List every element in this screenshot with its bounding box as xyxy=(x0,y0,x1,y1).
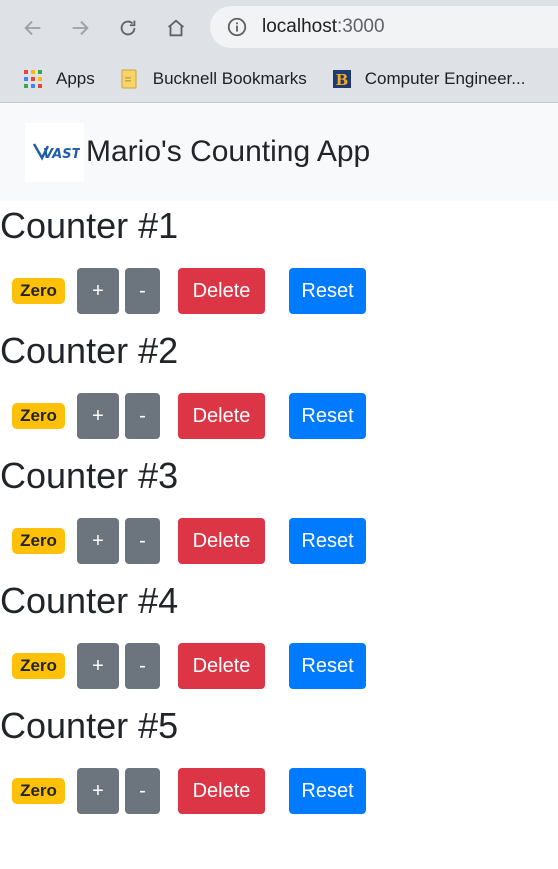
counter-title: Counter #1 xyxy=(0,205,179,246)
back-arrow-icon xyxy=(24,20,41,36)
counter-title: Counter #5 xyxy=(0,705,179,746)
vast-logo[interactable]: VAST xyxy=(25,122,84,182)
counter-item: Counter #4 Zero + - Delete Reset xyxy=(0,576,558,701)
logo-text: VAST xyxy=(43,147,80,162)
reset-button[interactable]: Reset xyxy=(289,518,366,564)
browser-toolbar: localhost:3000 xyxy=(0,0,558,56)
counter-controls: Zero + - Delete Reset xyxy=(0,518,558,564)
bookmark-label: Bucknell Bookmarks xyxy=(152,69,307,88)
bookmark-label: Computer Engineer... xyxy=(364,69,526,88)
url-host: localhost xyxy=(262,16,337,37)
decrement-button[interactable]: - xyxy=(125,393,160,439)
reset-button[interactable]: Reset xyxy=(289,268,366,314)
bookmarks-bar: Apps Bucknell Bookmarks B Computer Engin… xyxy=(0,56,558,103)
counter-title: Counter #2 xyxy=(0,330,179,371)
bucknell-b-icon: B xyxy=(332,70,351,89)
counter-item: Counter #3 Zero + - Delete Reset xyxy=(0,451,558,576)
counter-controls: Zero + - Delete Reset xyxy=(0,643,558,689)
address-bar[interactable]: localhost:3000 xyxy=(210,6,558,48)
url-port: :3000 xyxy=(337,16,385,37)
svg-text:B: B xyxy=(335,71,348,89)
reload-icon xyxy=(120,20,136,36)
increment-button[interactable]: + xyxy=(77,643,119,689)
reset-button[interactable]: Reset xyxy=(289,643,366,689)
counter-title: Counter #3 xyxy=(0,455,179,496)
increment-button[interactable]: + xyxy=(77,268,119,314)
increment-button[interactable]: + xyxy=(77,393,119,439)
app-navbar: VAST Mario's Counting App xyxy=(0,103,558,201)
increment-button[interactable]: + xyxy=(77,518,119,564)
home-icon xyxy=(168,19,184,37)
bookmark-apps[interactable]: Apps xyxy=(22,68,95,90)
delete-button[interactable]: Delete xyxy=(178,768,265,814)
info-icon[interactable] xyxy=(226,16,248,38)
reset-button[interactable]: Reset xyxy=(289,393,366,439)
counters-list: Counter #1 Zero + - Delete Reset Counter… xyxy=(0,201,558,826)
bookmark-label: Apps xyxy=(56,69,95,88)
folder-icon xyxy=(121,69,137,89)
count-badge: Zero xyxy=(12,278,65,304)
counter-item: Counter #1 Zero + - Delete Reset xyxy=(0,201,558,326)
forward-button[interactable] xyxy=(62,10,98,46)
count-badge: Zero xyxy=(12,778,65,804)
forward-arrow-icon xyxy=(72,20,89,36)
decrement-button[interactable]: - xyxy=(125,643,160,689)
counter-controls: Zero + - Delete Reset xyxy=(0,768,558,814)
increment-button[interactable]: + xyxy=(77,768,119,814)
count-badge: Zero xyxy=(12,528,65,554)
bookmark-computer-engineering[interactable]: B Computer Engineer... xyxy=(331,68,526,90)
back-button[interactable] xyxy=(15,10,51,46)
logo-image: VAST xyxy=(32,143,80,162)
counter-item: Counter #2 Zero + - Delete Reset xyxy=(0,326,558,451)
counter-item: Counter #5 Zero + - Delete Reset xyxy=(0,701,558,826)
bookmark-bucknell-bookmarks[interactable]: Bucknell Bookmarks xyxy=(119,68,307,90)
counter-title: Counter #4 xyxy=(0,580,179,621)
counter-controls: Zero + - Delete Reset xyxy=(0,393,558,439)
delete-button[interactable]: Delete xyxy=(178,518,265,564)
navbar-brand[interactable]: Mario's Counting App xyxy=(86,135,370,169)
delete-button[interactable]: Delete xyxy=(178,393,265,439)
reload-button[interactable] xyxy=(110,10,146,46)
apps-grid-icon xyxy=(24,70,42,88)
reset-button[interactable]: Reset xyxy=(289,768,366,814)
decrement-button[interactable]: - xyxy=(125,268,160,314)
delete-button[interactable]: Delete xyxy=(178,643,265,689)
home-button[interactable] xyxy=(158,10,194,46)
delete-button[interactable]: Delete xyxy=(178,268,265,314)
decrement-button[interactable]: - xyxy=(125,518,160,564)
count-badge: Zero xyxy=(12,653,65,679)
counter-controls: Zero + - Delete Reset xyxy=(0,268,558,314)
decrement-button[interactable]: - xyxy=(125,768,160,814)
count-badge: Zero xyxy=(12,403,65,429)
url-text: localhost:3000 xyxy=(262,16,385,38)
